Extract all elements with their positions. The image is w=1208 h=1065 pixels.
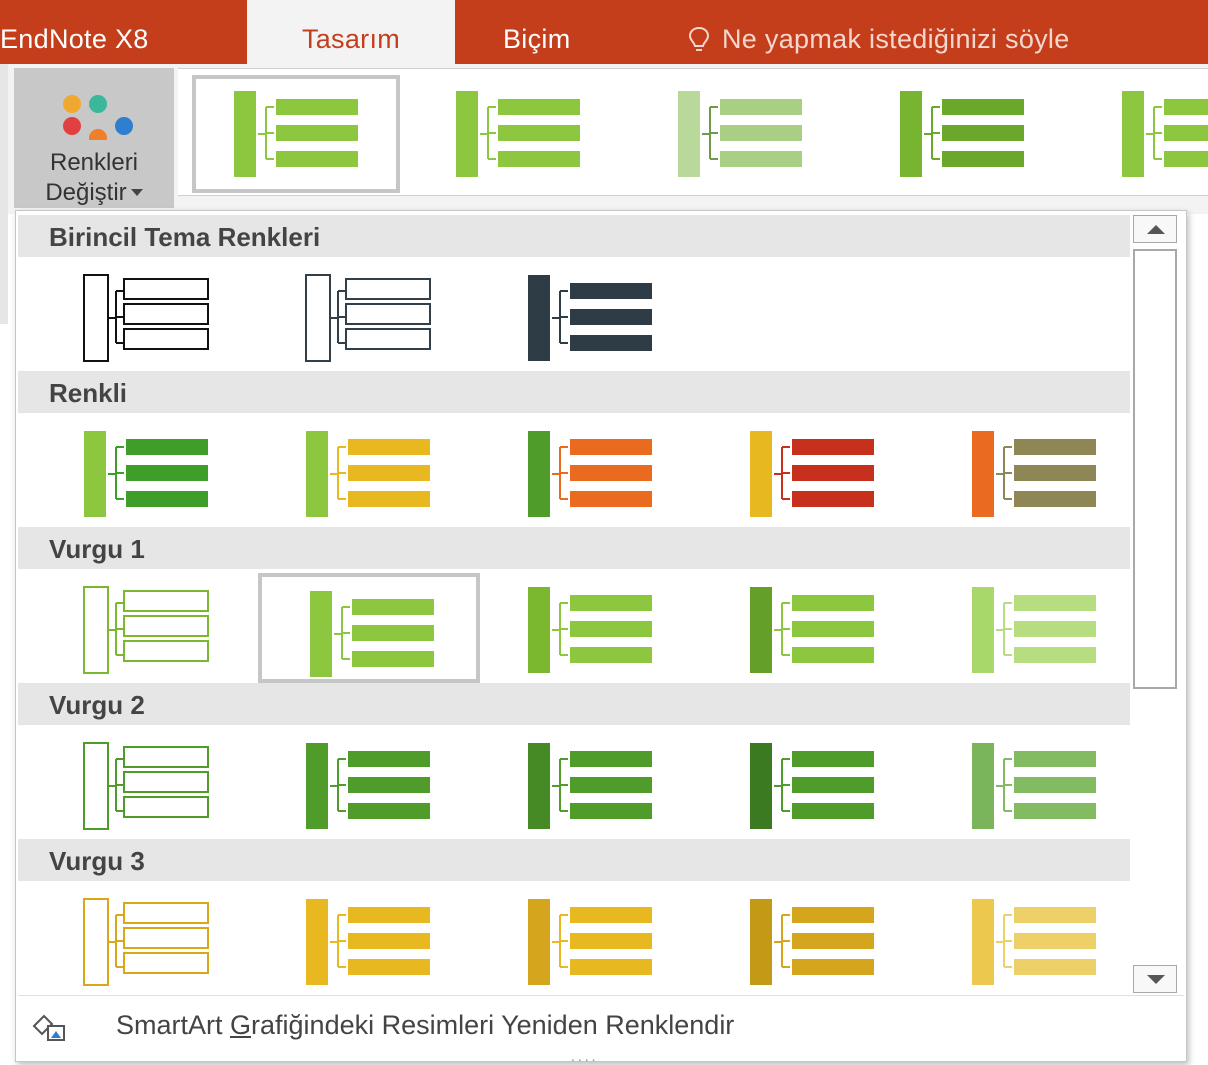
hierarchy-list-thumbnail-icon [310, 591, 434, 677]
hierarchy-list-thumbnail-icon [83, 274, 209, 362]
section-header-colorful: Renkli [18, 371, 1130, 413]
hierarchy-list-thumbnail-icon [972, 431, 1096, 517]
hierarchy-list-thumbnail-icon [528, 275, 652, 361]
recolor-pictures-icon [32, 1014, 65, 1041]
change-colors-label-2: Değiştir [14, 178, 174, 208]
color-variation-option[interactable] [258, 417, 480, 527]
smartart-style-option[interactable] [192, 75, 400, 193]
color-row-accent-2 [36, 729, 1146, 839]
color-variation-option[interactable] [480, 261, 702, 371]
color-variation-option[interactable] [480, 417, 702, 527]
hierarchy-list-thumbnail-icon [750, 587, 874, 673]
color-variation-option[interactable] [924, 417, 1146, 527]
change-colors-button[interactable]: Renkleri Değiştir [14, 68, 174, 208]
section-header-accent-1: Vurgu 1 [18, 527, 1130, 569]
color-row-primary-theme [36, 261, 1146, 371]
color-row-accent-1 [36, 573, 1146, 683]
hierarchy-list-thumbnail-icon [306, 899, 430, 985]
smartart-style-option[interactable] [862, 79, 1062, 189]
color-variation-option[interactable] [36, 573, 258, 683]
scroll-up-icon [1147, 225, 1165, 234]
hierarchy-list-thumbnail-icon [83, 586, 209, 674]
color-variation-option[interactable] [36, 885, 258, 995]
color-variation-option[interactable] [36, 261, 258, 371]
hierarchy-list-thumbnail-icon [900, 91, 1024, 177]
hierarchy-list-thumbnail-icon [84, 431, 208, 517]
tab-endnote[interactable]: EndNote X8 [0, 0, 149, 64]
color-variation-option[interactable] [924, 729, 1146, 839]
hierarchy-list-thumbnail-icon [306, 431, 430, 517]
scroll-up-button[interactable] [1133, 215, 1177, 243]
hierarchy-list-thumbnail-icon [456, 91, 580, 177]
color-variation-option[interactable] [258, 729, 480, 839]
gallery-scrollbar[interactable] [1133, 215, 1179, 995]
color-variation-option[interactable] [702, 729, 924, 839]
hierarchy-list-thumbnail-icon [750, 431, 874, 517]
hierarchy-list-thumbnail-icon [306, 743, 430, 829]
recolor-pictures-item[interactable]: SmartArt Grafiğindeki Resimleri Yeniden … [18, 995, 1184, 1064]
hierarchy-list-thumbnail-icon [1122, 91, 1208, 177]
tab-tasarim[interactable]: Tasarım [247, 0, 455, 64]
hierarchy-list-thumbnail-icon [750, 743, 874, 829]
dropdown-arrow-icon [130, 189, 143, 196]
change-colors-icon [63, 95, 133, 140]
hierarchy-list-thumbnail-icon [972, 899, 1096, 985]
color-variation-option[interactable] [36, 729, 258, 839]
hierarchy-list-thumbnail-icon [234, 91, 358, 177]
resize-grip[interactable]: .... [571, 1048, 599, 1064]
hierarchy-list-thumbnail-icon [528, 587, 652, 673]
color-variation-option[interactable] [702, 417, 924, 527]
ribbon-tab-bar: EndNote X8 Tasarım Biçim Ne yapmak isted… [0, 0, 1208, 64]
scroll-thumb[interactable] [1133, 249, 1177, 689]
recolor-label-pre: SmartArt [116, 1010, 231, 1040]
hierarchy-list-thumbnail-icon [750, 899, 874, 985]
color-row-accent-3 [36, 885, 1146, 995]
recolor-label-post: rafiğindeki Resimleri Yeniden Renklendir [251, 1010, 735, 1040]
color-variation-option[interactable] [258, 573, 480, 683]
lightbulb-icon [688, 26, 710, 51]
tell-me-text: Ne yapmak istediğinizi söyle [722, 24, 1070, 54]
scroll-down-icon [1147, 975, 1165, 984]
hierarchy-list-thumbnail-icon [528, 743, 652, 829]
smartart-style-option[interactable] [418, 79, 618, 189]
color-variation-option[interactable] [924, 573, 1146, 683]
hierarchy-list-thumbnail-icon [305, 274, 431, 362]
tab-bicim[interactable]: Biçim [503, 0, 571, 64]
hierarchy-list-thumbnail-icon [528, 899, 652, 985]
color-variation-option[interactable] [702, 885, 924, 995]
tell-me-box[interactable]: Ne yapmak istediğinizi söyle [688, 0, 1070, 64]
color-variation-option[interactable] [480, 573, 702, 683]
section-header-accent-2: Vurgu 2 [18, 683, 1130, 725]
ribbon-edge [0, 64, 8, 324]
color-variation-option[interactable] [36, 417, 258, 527]
recolor-label-accelerator: G [230, 1010, 252, 1040]
smartart-style-option[interactable] [640, 79, 840, 189]
hierarchy-list-thumbnail-icon [972, 587, 1096, 673]
color-variation-option[interactable] [480, 885, 702, 995]
hierarchy-list-thumbnail-icon [83, 898, 209, 986]
section-header-accent-3: Vurgu 3 [18, 839, 1130, 881]
color-variation-option[interactable] [258, 885, 480, 995]
hierarchy-list-thumbnail-icon [678, 91, 802, 177]
scroll-down-button[interactable] [1133, 965, 1177, 993]
change-colors-label-2-text: Değiştir [45, 179, 127, 206]
hierarchy-list-thumbnail-icon [83, 742, 209, 830]
recolor-pictures-label: SmartArt Grafiğindeki Resimleri Yeniden … [116, 1010, 734, 1041]
smartart-style-option[interactable] [1084, 79, 1208, 189]
color-row-colorful [36, 417, 1146, 527]
color-variation-option[interactable] [702, 573, 924, 683]
section-header-primary-theme: Birincil Tema Renkleri [18, 215, 1130, 257]
smartart-style-gallery [178, 68, 1208, 196]
change-colors-label-1: Renkleri [49, 149, 139, 176]
color-variation-option[interactable] [924, 885, 1146, 995]
color-variation-option[interactable] [480, 729, 702, 839]
change-colors-dropdown: Birincil Tema Renkleri Renkli Vurgu 1 Vu… [15, 210, 1187, 1064]
hierarchy-list-thumbnail-icon [972, 743, 1096, 829]
hierarchy-list-thumbnail-icon [528, 431, 652, 517]
ribbon-body: Renkleri Değiştir [0, 64, 1208, 324]
color-variation-option[interactable] [258, 261, 480, 371]
